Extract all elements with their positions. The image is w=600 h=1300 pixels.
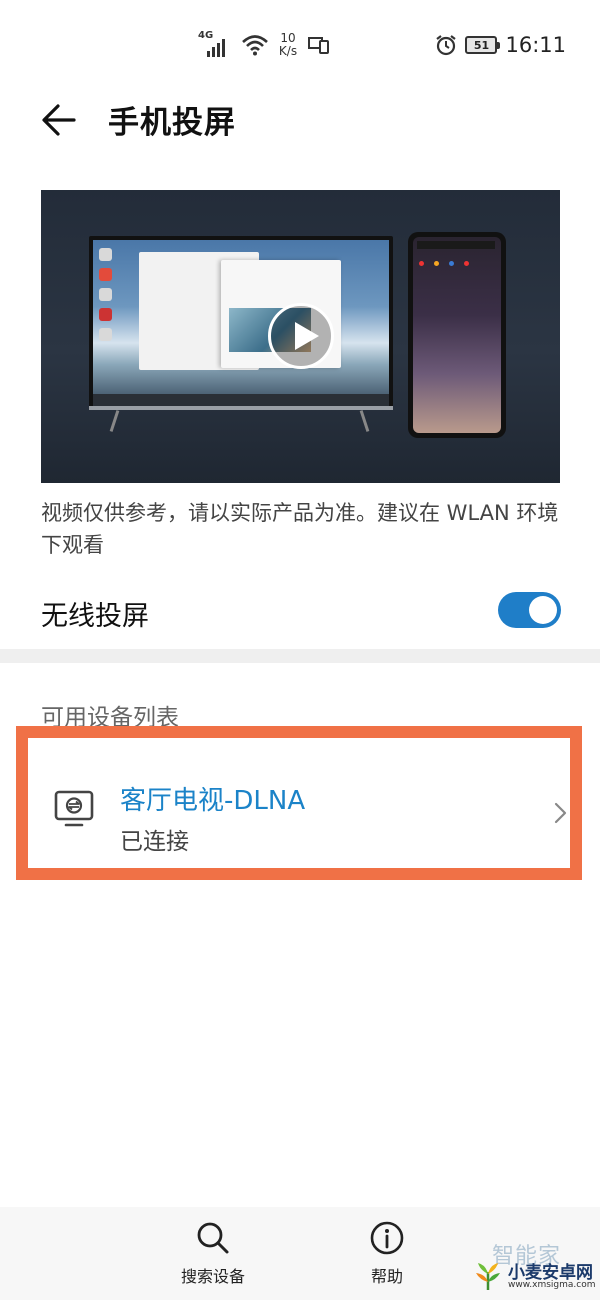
device-status: 已连接: [120, 829, 189, 855]
battery-icon: 51: [465, 36, 501, 54]
tv-illustration: [89, 236, 393, 410]
cellular-signal-icon: 4G: [198, 31, 234, 59]
wireless-projection-label: 无线投屏: [41, 601, 149, 632]
search-devices-button[interactable]: 搜索设备: [168, 1221, 258, 1287]
device-item-living-room-tv[interactable]: 客厅电视-DLNA 已连接: [16, 726, 582, 880]
network-speed: 10 K/s: [276, 32, 300, 58]
help-button[interactable]: 帮助: [342, 1221, 432, 1287]
status-center: 4G 10 K/s: [198, 28, 330, 62]
alarm-icon: [436, 35, 457, 56]
watermark-url: www.xmsigma.com: [508, 1280, 596, 1290]
help-label: 帮助: [370, 1267, 403, 1286]
device-name: 客厅电视-DLNA: [120, 786, 306, 816]
video-note: 视频仅供参考，请以实际产品为准。建议在 WLAN 环境下观看: [41, 501, 559, 557]
page-title: 手机投屏: [108, 105, 236, 141]
watermark-logo-icon: [476, 1263, 500, 1290]
wireless-projection-row: 无线投屏: [0, 576, 600, 646]
speed-unit: K/s: [278, 44, 298, 58]
play-button[interactable]: [268, 303, 334, 369]
clock: 16:11: [505, 33, 566, 57]
section-divider: [0, 649, 600, 663]
title-bar: 手机投屏: [0, 90, 600, 150]
tv-cast-icon: [54, 790, 94, 827]
search-devices-label: 搜索设备: [180, 1267, 245, 1286]
search-icon: [197, 1222, 229, 1254]
phone-illustration: [408, 232, 506, 438]
toggle-knob: [529, 596, 557, 624]
status-right: 51 16:11: [435, 31, 566, 59]
watermark: 智能家 小麦安卓网 www.xmsigma.com: [470, 1242, 600, 1300]
tv-stand-right: [359, 410, 370, 432]
wifi-icon: [242, 35, 268, 56]
tv-stand-left: [109, 410, 120, 432]
status-bar: 4G 10 K/s 51 16:11: [0, 0, 600, 90]
battery-level: 51: [473, 38, 490, 52]
wireless-projection-toggle[interactable]: [498, 592, 561, 628]
video-preview[interactable]: [41, 190, 560, 483]
projection-icon: [308, 37, 329, 54]
back-arrow-icon[interactable]: [38, 100, 82, 140]
info-icon: [370, 1221, 404, 1255]
chevron-right-icon: [554, 802, 567, 824]
tv-base: [89, 406, 393, 410]
